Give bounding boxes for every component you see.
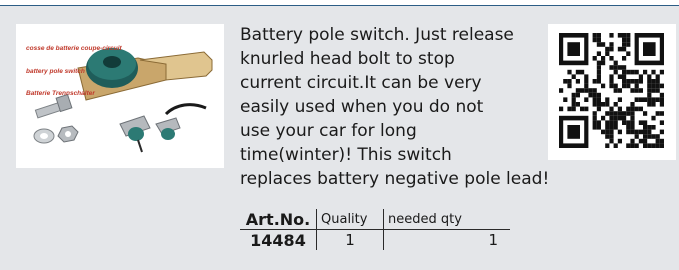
art-no-value: 14484 <box>240 229 317 250</box>
table-header-row: Art.No. Quality needed qty <box>240 209 510 230</box>
needed-qty-value: 1 <box>383 229 510 250</box>
description-line: easily used when you do not <box>240 97 484 117</box>
description-line: Battery pole switch. Just release <box>240 25 514 45</box>
photo-caption: cosse de batterie coupe-circuit battery … <box>26 30 122 113</box>
qr-code-icon <box>559 33 664 148</box>
photo-caption-line: Batterie Trennschalter <box>26 90 95 97</box>
description-line: current circuit.It can be very <box>240 73 482 93</box>
header-quality: Quality <box>316 209 384 230</box>
description-line: knurled head bolt to stop <box>240 49 455 69</box>
quality-value: 1 <box>316 229 384 250</box>
product-photo: cosse de batterie coupe-circuit battery … <box>16 24 224 168</box>
product-description: Battery pole switch. Just release knurle… <box>240 23 560 191</box>
product-card: cosse de batterie coupe-circuit battery … <box>0 5 679 270</box>
header-art-no: Art.No. <box>240 209 317 230</box>
qr-code <box>548 24 676 160</box>
photo-caption-line: battery pole switch <box>26 67 85 75</box>
table-row: 14484 1 1 <box>240 229 510 250</box>
header-needed-qty: needed qty <box>383 209 510 230</box>
description-line: time(winter)! This switch <box>240 145 452 165</box>
photo-caption-line: cosse de batterie coupe-circuit <box>26 45 122 52</box>
article-table: Art.No. Quality needed qty 14484 1 1 <box>240 209 510 250</box>
description-line: replaces battery negative pole lead! <box>240 169 550 189</box>
description-line: use your car for long <box>240 121 417 141</box>
